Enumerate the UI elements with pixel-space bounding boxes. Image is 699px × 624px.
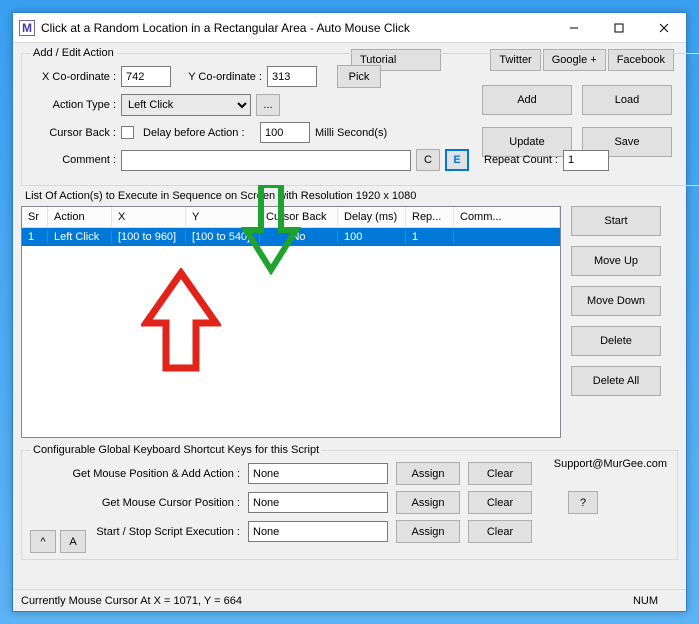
c-button[interactable]: C (416, 149, 440, 171)
moveup-button[interactable]: Move Up (571, 246, 661, 276)
help-button[interactable]: ? (568, 491, 598, 514)
titlebar: M Click at a Random Location in a Rectan… (13, 13, 686, 43)
col-rep[interactable]: Rep... (406, 207, 454, 227)
ycoord-label: Y Co-ordinate : (176, 71, 262, 83)
a-button[interactable]: A (60, 530, 86, 553)
support-link[interactable]: Support@MurGee.com (554, 458, 667, 470)
col-action[interactable]: Action (48, 207, 112, 227)
grid-side-buttons: Start Move Up Move Down Delete Delete Al… (571, 206, 661, 438)
table-row[interactable]: 1 Left Click [100 to 960] [100 to 540] N… (22, 228, 560, 246)
app-icon: M (19, 20, 35, 36)
action-type-label: Action Type : (30, 99, 116, 111)
repeat-label: Repeat Count : (474, 154, 558, 166)
cursor-back-label: Cursor Back : (30, 127, 116, 139)
cursor-back-checkbox[interactable] (121, 126, 134, 139)
action-type-more-button[interactable]: ... (256, 94, 280, 116)
start-button[interactable]: Start (571, 206, 661, 236)
cfg-r2-assign[interactable]: Assign (396, 491, 460, 514)
cfg-r1-input[interactable] (248, 463, 388, 484)
cfg-r2-label: Get Mouse Cursor Position : (30, 497, 240, 509)
close-button[interactable] (641, 13, 686, 42)
col-delay[interactable]: Delay (ms) (338, 207, 406, 227)
ycoord-input[interactable] (267, 66, 317, 87)
shortcut-legend: Configurable Global Keyboard Shortcut Ke… (30, 444, 322, 456)
col-y[interactable]: Y (186, 207, 260, 227)
pick-button[interactable]: Pick (337, 65, 381, 88)
cfg-r1-assign[interactable]: Assign (396, 462, 460, 485)
cfg-r3-assign[interactable]: Assign (396, 520, 460, 543)
action-type-select[interactable]: Left Click (121, 94, 251, 116)
movedown-button[interactable]: Move Down (571, 286, 661, 316)
comment-label: Comment : (30, 154, 116, 166)
cfg-r3-clear[interactable]: Clear (468, 520, 532, 543)
repeat-input[interactable] (563, 150, 609, 171)
cell-y: [100 to 540] (186, 231, 260, 243)
ms-label: Milli Second(s) (315, 127, 387, 139)
delete-button[interactable]: Delete (571, 326, 661, 356)
cell-cursor-back: No (260, 231, 338, 243)
e-button[interactable]: E (445, 149, 469, 171)
cell-sr: 1 (22, 231, 48, 243)
col-sr[interactable]: Sr (22, 207, 48, 227)
list-label: List Of Action(s) to Execute in Sequence… (25, 190, 678, 202)
add-edit-legend: Add / Edit Action (30, 47, 117, 59)
cfg-r2-input[interactable] (248, 492, 388, 513)
grid-header: Sr Action X Y Cursor Back Delay (ms) Rep… (22, 207, 560, 228)
col-cursor-back[interactable]: Cursor Back (260, 207, 338, 227)
client-area: Add / Edit Action X Co-ordinate : Y Co-o… (13, 43, 686, 570)
delay-label: Delay before Action : (143, 127, 255, 139)
add-edit-group: Add / Edit Action X Co-ordinate : Y Co-o… (21, 47, 699, 186)
status-text: Currently Mouse Cursor At X = 1071, Y = … (21, 595, 242, 607)
cfg-r3-input[interactable] (248, 521, 388, 542)
deleteall-button[interactable]: Delete All (571, 366, 661, 396)
shortcut-group: Configurable Global Keyboard Shortcut Ke… (21, 444, 678, 560)
minimize-button[interactable] (551, 13, 596, 42)
xcoord-label: X Co-ordinate : (30, 71, 116, 83)
cell-action: Left Click (48, 231, 112, 243)
status-bar: Currently Mouse Cursor At X = 1071, Y = … (13, 589, 686, 611)
cell-rep: 1 (406, 231, 454, 243)
comment-input[interactable] (121, 150, 411, 171)
col-x[interactable]: X (112, 207, 186, 227)
status-num: NUM (633, 595, 658, 607)
maximize-button[interactable] (596, 13, 641, 42)
col-comm[interactable]: Comm... (454, 207, 560, 227)
xcoord-input[interactable] (121, 66, 171, 87)
app-window: M Click at a Random Location in a Rectan… (12, 12, 687, 612)
caret-button[interactable]: ^ (30, 530, 56, 553)
actions-grid[interactable]: Sr Action X Y Cursor Back Delay (ms) Rep… (21, 206, 561, 438)
cell-delay: 100 (338, 231, 406, 243)
cfg-r1-label: Get Mouse Position & Add Action : (30, 468, 240, 480)
cfg-r2-clear[interactable]: Clear (468, 491, 532, 514)
delay-input[interactable] (260, 122, 310, 143)
window-title: Click at a Random Location in a Rectangu… (41, 21, 551, 35)
cell-x: [100 to 960] (112, 231, 186, 243)
cfg-r1-clear[interactable]: Clear (468, 462, 532, 485)
